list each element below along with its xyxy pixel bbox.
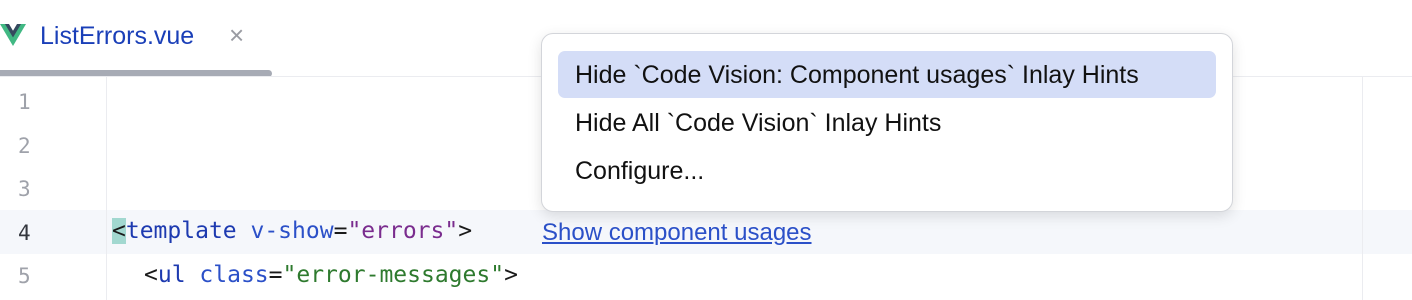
- code-line-5: <ul class="error-messages">: [144, 262, 518, 288]
- line-number: 2: [18, 134, 31, 158]
- menu-item-hide-all-code-vision[interactable]: Hide All `Code Vision` Inlay Hints: [558, 99, 1216, 146]
- attribute-value: "errors": [347, 218, 459, 244]
- tag-close: >: [458, 218, 473, 244]
- tag-close: >: [504, 262, 518, 288]
- menu-item-label: Hide `Code Vision: Component usages` Inl…: [575, 61, 1139, 89]
- menu-item-configure[interactable]: Configure...: [558, 147, 1216, 194]
- right-margin-guide: [1362, 77, 1363, 300]
- inlay-hints-context-menu: Hide `Code Vision: Component usages` Inl…: [541, 33, 1233, 212]
- close-icon[interactable]: ×: [229, 20, 244, 51]
- menu-item-label: Configure...: [575, 157, 705, 185]
- vue-icon: [0, 24, 26, 46]
- matched-bracket: <: [112, 218, 126, 244]
- html-tag: ul: [157, 262, 186, 288]
- html-attribute: v-show: [236, 218, 334, 244]
- line-number: 1: [18, 90, 31, 114]
- tag-open: <: [144, 262, 158, 288]
- editor-tab-listerrors[interactable]: ListErrors.vue ×: [0, 0, 272, 77]
- code-line-4: <template v-show="errors">: [112, 218, 472, 244]
- menu-item-label: Hide All `Code Vision` Inlay Hints: [575, 109, 942, 137]
- menu-item-hide-component-usages[interactable]: Hide `Code Vision: Component usages` Inl…: [558, 51, 1216, 98]
- line-number-active: 4: [18, 221, 31, 245]
- html-attribute: class: [185, 262, 269, 288]
- line-number: 5: [18, 264, 31, 288]
- attribute-value: "error-messages": [282, 262, 505, 288]
- equals-sign: =: [268, 262, 283, 288]
- tab-filename: ListErrors.vue: [40, 22, 195, 50]
- line-number: 3: [18, 177, 31, 201]
- equals-sign: =: [333, 218, 348, 244]
- gutter-separator: [106, 77, 107, 300]
- html-tag: template: [125, 218, 237, 244]
- code-vision-show-usages-link[interactable]: Show component usages: [542, 219, 812, 247]
- line-number-gutter: 1 2 3 4 5: [0, 77, 106, 300]
